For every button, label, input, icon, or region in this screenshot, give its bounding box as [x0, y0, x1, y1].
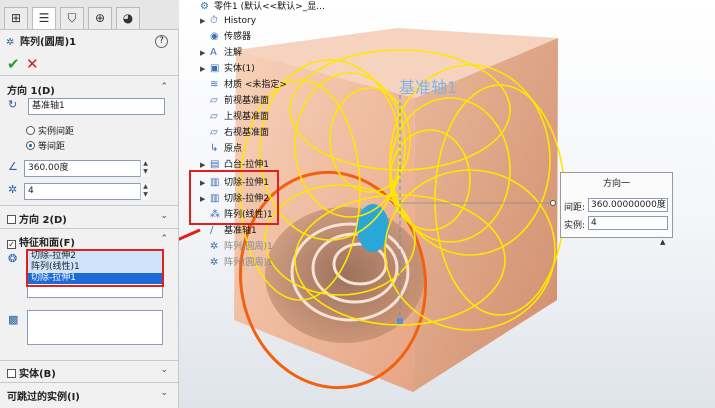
radio-equal-spacing[interactable]: 等间距 [26, 139, 65, 152]
expand-icon[interactable]: ⌄ [160, 365, 168, 375]
instances-label: 实例: [564, 221, 586, 231]
direction2-title[interactable]: 方向 2(D) [7, 211, 67, 226]
ok-button[interactable]: ✔ [7, 55, 20, 73]
collapse-icon[interactable]: ⌃ [160, 234, 168, 244]
help-icon[interactable]: ? [155, 35, 168, 48]
tree-item-annotations[interactable]: ▶ A 注解 [200, 46, 242, 60]
angle-spinner[interactable]: ▲ ▼ [140, 160, 150, 177]
tree-item-circular-pattern1-preview[interactable]: ✲ 阵列(圆周)1 [200, 256, 273, 270]
tree-item-history[interactable]: ▶ ⏱ History [200, 14, 256, 28]
plane-icon: ▱ [210, 127, 218, 138]
tree-item-origin[interactable]: ↳ 原点 [200, 142, 242, 156]
callout-title: 方向一 [602, 179, 630, 189]
sensor-icon: ◉ [210, 31, 219, 42]
axis-label: 基准轴1 [399, 78, 458, 97]
tree-item-solid-bodies[interactable]: ▶ ▣ 实体(1) [200, 62, 255, 76]
configuration-icon[interactable]: ⛉ [60, 7, 84, 29]
feature-manager-icon[interactable]: ⊞ [4, 7, 28, 29]
faces-list[interactable] [27, 310, 163, 345]
origin-icon: ↳ [210, 143, 219, 154]
collapse-icon[interactable]: ⌃ [160, 82, 168, 92]
tree-item-circular-pattern1[interactable]: ✲ 阵列(圆周)1 [200, 240, 273, 254]
panel-title: ✲ 阵列(圆周)1 [6, 34, 176, 52]
bodies-title[interactable]: 实体(B) [7, 365, 56, 380]
annotation-icon: A [210, 47, 217, 58]
skip-instances-title[interactable]: 可跳过的实例(I) [7, 388, 80, 403]
spacing-field[interactable]: 360.00000000度 [588, 198, 668, 212]
tree-highlight-box [189, 170, 279, 225]
direction1-title: 方向 1(D) [7, 86, 55, 97]
tree-item-sensors[interactable]: ◉ 传感器 [200, 30, 251, 44]
tree-item-material[interactable]: ≋ 材质 <未指定> [200, 78, 287, 92]
instances-field[interactable]: 4 [588, 216, 668, 230]
reverse-direction-icon[interactable]: ↻ [8, 98, 17, 111]
angle-icon: ∠ [8, 160, 18, 173]
material-icon: ≋ [210, 79, 219, 90]
list-highlight-box [26, 249, 164, 287]
property-manager: ⊞ ☰ ⛉ ⊕ ◕ ✲ 阵列(圆周)1 ? ✔ ✕ 方向 1(D) ⌃ ↻ 基准轴… [0, 0, 179, 408]
circular-pattern-icon: ✲ [210, 241, 219, 252]
expand-icon[interactable]: ⌄ [160, 388, 168, 398]
dimxpert-icon[interactable]: ⊕ [88, 7, 112, 29]
radio-instance-spacing[interactable]: 实例间距 [26, 124, 74, 137]
part-icon: ⚙ [200, 1, 209, 12]
display-manager-icon[interactable]: ◕ [116, 7, 140, 29]
axis-field[interactable]: 基准轴1 [28, 98, 165, 115]
circular-pattern-icon: ✲ [210, 257, 219, 268]
faces-to-pattern-icon: ▩ [8, 313, 19, 326]
tree-item-front-plane[interactable]: ▱ 前视基准面 [200, 94, 269, 108]
instances-spinner[interactable]: ▲ ▼ [140, 183, 150, 200]
panel-tabs: ⊞ ☰ ⛉ ⊕ ◕ [0, 0, 179, 30]
angle-field[interactable]: 360.00度 [24, 160, 150, 177]
spacing-label: 间距: [564, 203, 586, 213]
circular-pattern-icon: ✲ [6, 37, 15, 48]
plane-icon: ▱ [210, 95, 218, 106]
history-icon: ⏱ [210, 15, 218, 26]
features-to-pattern-icon: ❂ [8, 252, 18, 265]
cancel-button[interactable]: ✕ [26, 55, 39, 73]
callout-collapse-icon[interactable]: ▲ [660, 238, 665, 246]
tree-item-top-plane[interactable]: ▱ 上视基准面 [200, 110, 269, 124]
plane-icon: ▱ [210, 111, 218, 122]
tree-item-right-plane[interactable]: ▱ 右视基准面 [200, 126, 269, 140]
expand-icon[interactable]: ⌄ [160, 211, 168, 221]
features-faces-title[interactable]: ✓ 特征和面(F) [7, 234, 75, 249]
direction-callout: 方向一 间距: 360.00000000度 实例: 4 [560, 172, 673, 238]
solid-bodies-icon: ▣ [210, 63, 220, 74]
tree-root[interactable]: ⚙ 零件1 (默认<<默认>_显... [190, 0, 325, 14]
instances-count-field[interactable]: 4 [24, 183, 150, 200]
property-manager-icon[interactable]: ☰ [32, 7, 56, 29]
instances-icon: ✲ [8, 183, 18, 196]
tree-item-datum-axis1[interactable]: / 基准轴1 [200, 224, 257, 238]
axis-icon: / [210, 225, 214, 236]
